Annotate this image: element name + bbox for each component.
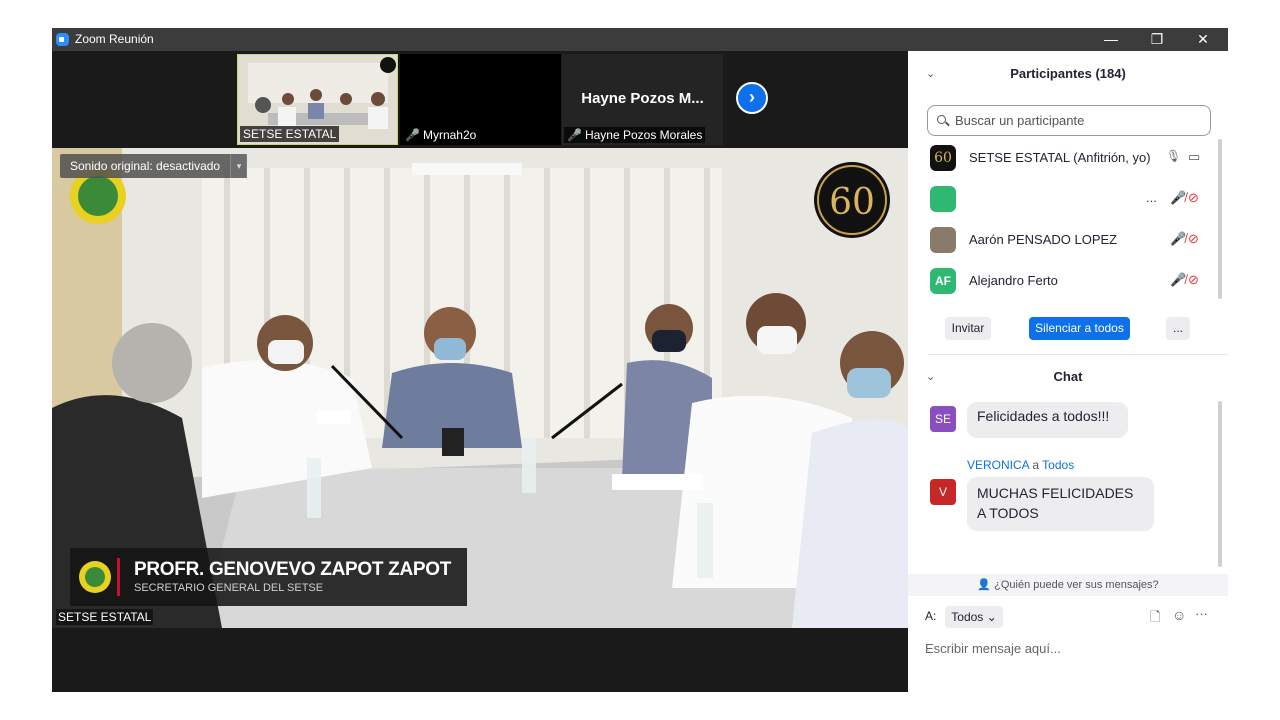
mic-muted-icon: 🎤̸ xyxy=(1170,190,1187,205)
restore-button[interactable]: ❐ xyxy=(1134,28,1180,51)
mic-muted-icon: 🎤̸ xyxy=(1170,231,1187,246)
more-options[interactable]: ... xyxy=(1146,190,1157,205)
chat-avatar: SE xyxy=(930,406,956,432)
thumbnail-display-name: Hayne Pozos M... xyxy=(581,90,704,107)
participant-row[interactable]: AF Alejandro Ferto 🎤̸ ⊘ xyxy=(908,261,1218,301)
chevron-down-icon: ⌄ xyxy=(986,610,997,624)
window-title: Zoom Reunión xyxy=(75,32,154,46)
participants-more-button[interactable]: ... xyxy=(1166,317,1190,340)
participants-scrollbar[interactable] xyxy=(1218,139,1222,299)
participant-name: Aarón PENSADO LOPEZ xyxy=(969,232,1118,247)
chat-avatar: V xyxy=(930,479,956,505)
search-placeholder: Buscar un participante xyxy=(955,113,1085,128)
mute-all-button[interactable]: Silenciar a todos xyxy=(1029,317,1130,340)
participant-avatar xyxy=(930,186,956,212)
chat-scrollbar[interactable] xyxy=(1218,401,1222,567)
video-off-icon: ⊘ xyxy=(1188,272,1199,287)
chat-message: MUCHAS FELICIDADES A TODOS xyxy=(967,477,1154,531)
who-can-see-bar[interactable]: 👤 ¿Quién puede ver sus mensajes? xyxy=(908,574,1228,596)
minimize-button[interactable]: — xyxy=(1088,28,1134,51)
participant-avatar: AF xyxy=(930,268,956,294)
mic-on-icon[interactable]: 🎙 xyxy=(1166,149,1181,163)
participant-name: Alejandro Ferto xyxy=(969,273,1058,288)
speaker-name: PROFR. GENOVEVO ZAPOT ZAPOT xyxy=(134,559,452,580)
zoom-logo-icon xyxy=(56,33,69,46)
emoji-icon[interactable]: ☺ xyxy=(1172,607,1186,623)
thumbnail-hayne-pozos[interactable]: Hayne Pozos M... 🎤 Hayne Pozos Morales xyxy=(562,54,723,145)
participants-header: Participantes (184) xyxy=(1010,66,1126,81)
participant-row[interactable]: Aarón PENSADO LOPEZ 🎤̸ ⊘ xyxy=(908,220,1218,260)
participant-avatar: 60 xyxy=(930,145,956,171)
thumbnail-name: Hayne Pozos Morales xyxy=(584,128,703,142)
chat-header: Chat xyxy=(1053,369,1083,384)
to-label: A: xyxy=(925,609,937,623)
participant-row[interactable]: 60 SETSE ESTATAL (Anfitrión, yo) 🎙 ▭ xyxy=(908,138,1218,178)
zoom-window: Zoom Reunión — ❐ ✕ SETSE ESTATAL 🎤 Myrna… xyxy=(52,28,1228,692)
participant-name: SETSE ESTATAL (Anfitrión, yo) xyxy=(969,150,1151,165)
thumbnail-setse-estatal[interactable]: SETSE ESTATAL xyxy=(237,54,398,145)
chat-sender: VERONICA a Todos xyxy=(967,458,1074,472)
sound-options-caret-icon[interactable]: ▾ xyxy=(230,154,247,178)
participant-search-input[interactable]: Buscar un participante xyxy=(927,105,1211,136)
next-page-arrow-icon[interactable]: › xyxy=(736,82,768,114)
title-bar: Zoom Reunión — ❐ ✕ xyxy=(52,28,1228,51)
chat-message-input[interactable]: Escribir mensaje aquí... xyxy=(925,641,1061,656)
participant-row[interactable]: ... 🎤̸ ⊘ xyxy=(908,179,1218,219)
video-off-icon: ⊘ xyxy=(1188,190,1199,205)
main-participant-label: SETSE ESTATAL xyxy=(56,609,154,625)
thumbnail-name: Myrnah2o xyxy=(422,128,477,142)
thumbnail-label: 🎤 Hayne Pozos Morales xyxy=(564,127,706,143)
video-off-icon: ⊘ xyxy=(1188,231,1199,246)
mic-muted-icon: 🎤̸ xyxy=(1170,272,1187,287)
thumbnail-label: SETSE ESTATAL xyxy=(240,126,340,142)
recipient-value: Todos xyxy=(951,610,984,624)
chat-message: Felicidades a todos!!! xyxy=(967,402,1128,438)
lower-third-accent xyxy=(117,558,120,596)
anniversary-badge: 60 xyxy=(829,182,875,223)
side-panel: ⌄ Participantes (184) Buscar un particip… xyxy=(908,51,1228,692)
speaker-title: SECRETARIO GENERAL DEL SETSE xyxy=(134,582,324,594)
close-button[interactable]: ✕ xyxy=(1180,28,1226,51)
thumbnail-myrnah2o[interactable]: 🎤 Myrnah2o xyxy=(400,54,561,145)
thumbnail-label: 🎤 Myrnah2o xyxy=(402,127,480,143)
video-on-icon[interactable]: ▭ xyxy=(1188,149,1200,165)
recipient-select[interactable]: Todos ⌄ xyxy=(945,606,1003,628)
section-divider xyxy=(928,354,1228,355)
mic-muted-icon: 🎤 xyxy=(567,128,582,142)
who-can-see-text: ¿Quién puede ver sus mensajes? xyxy=(994,579,1159,591)
thumbnail-strip: SETSE ESTATAL 🎤 Myrnah2o Hayne Pozos M...… xyxy=(52,51,908,148)
main-video: 60 Sonido original: desactivado ▾ PROFR.… xyxy=(52,148,908,628)
invite-button[interactable]: Invitar xyxy=(945,317,991,340)
sender-to-word: a xyxy=(1032,458,1040,472)
file-icon[interactable]: 🗋 xyxy=(1150,608,1160,630)
mic-muted-icon: 🎤 xyxy=(405,128,420,142)
sender-name[interactable]: VERONICA xyxy=(967,458,1029,472)
video-area: SETSE ESTATAL 🎤 Myrnah2o Hayne Pozos M...… xyxy=(52,51,908,692)
lower-third-banner: PROFR. GENOVEVO ZAPOT ZAPOT SECRETARIO G… xyxy=(70,548,467,606)
sender-recipient[interactable]: Todos xyxy=(1042,458,1074,472)
original-sound-toggle[interactable]: Sonido original: desactivado xyxy=(60,154,246,178)
search-icon xyxy=(937,115,946,124)
chat-more-button[interactable]: ··· xyxy=(1195,606,1208,621)
people-icon: 👤 xyxy=(977,579,992,591)
setse-logo-icon xyxy=(79,561,111,593)
participant-photo-avatar xyxy=(930,227,956,253)
